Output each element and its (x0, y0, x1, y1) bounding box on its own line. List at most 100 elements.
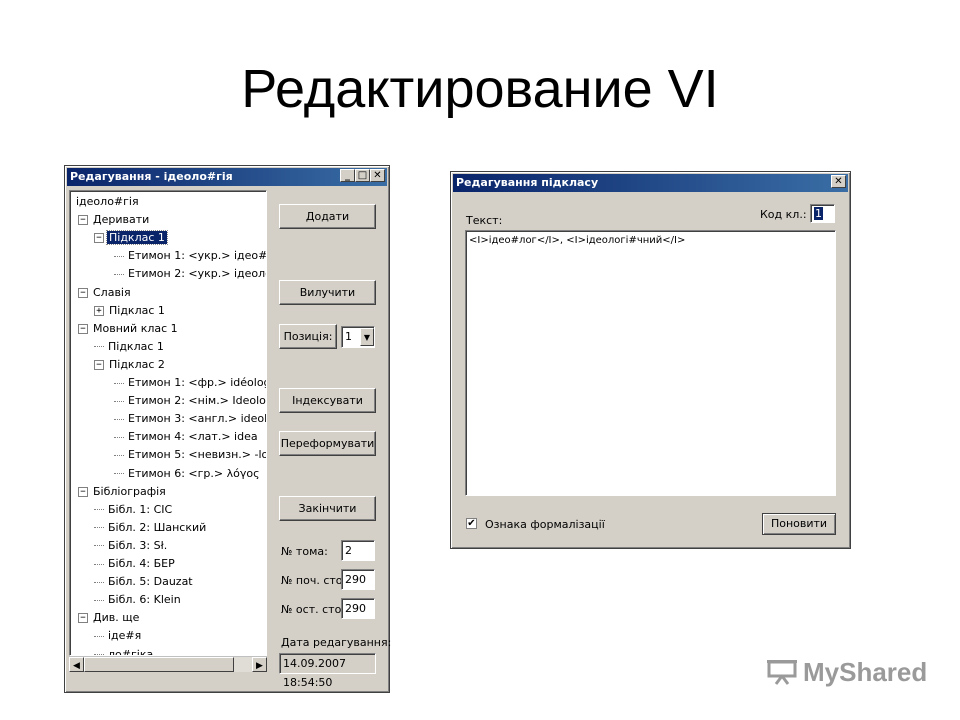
slide-title: Редактирование VI (241, 59, 719, 119)
tree-connector (94, 509, 104, 511)
subclass-dialog-titlebar[interactable]: Редагування підкласу (453, 174, 848, 192)
tree-node-label: Див. ще (93, 611, 140, 625)
text-label: Текст: (466, 214, 503, 227)
entry-tree[interactable]: ідеоло#гія − Деривати − Підклас 1 Етимон 1: <… (69, 190, 267, 656)
finish-button[interactable]: Закінчити (279, 496, 376, 521)
tree-node[interactable]: + Підклас 1 (94, 302, 167, 320)
add-button[interactable]: Додати (279, 204, 376, 229)
tree-node-label: Етимон 1: <укр.> ідео#лог (128, 249, 267, 263)
subclass-text-area[interactable]: <I>ідео#лог</I>, <I>ідеологі#чний</I> (465, 230, 836, 496)
collapse-icon[interactable]: − (78, 287, 88, 298)
tree-node[interactable]: Бібл. 1: СІС (94, 501, 174, 519)
tree-node[interactable]: Бібл. 5: Dauzat (94, 573, 195, 591)
tree-connector (114, 255, 124, 257)
tree-node-label: Бібл. 4: БЕР (108, 557, 175, 570)
tree-horizontal-scrollbar[interactable]: ◀ ▶ (69, 656, 267, 672)
collapse-icon[interactable]: − (78, 486, 88, 497)
edit-window: Редагування - ідеоло#гія _ □ ✕ ідеоло#гі… (64, 165, 392, 693)
edit-window-titlebar[interactable]: Редагування - ідеоло#гія (67, 168, 387, 186)
dialog-close-button[interactable]: ✕ (831, 175, 846, 188)
tree-node-label: Мовний клас 1 (93, 321, 178, 335)
tree-node[interactable]: Бібл. 6: Klein (94, 591, 183, 609)
tree-node[interactable]: Етимон 1: <фр.> idéologie (114, 374, 267, 392)
tree-node[interactable]: − Підклас 1 (94, 229, 168, 247)
minimize-button[interactable]: _ (340, 169, 355, 182)
tree-node[interactable]: − Бібліографія (78, 483, 168, 501)
close-button[interactable]: ✕ (370, 169, 385, 182)
tree-node[interactable]: Етимон 1: <укр.> ідео#лог (114, 247, 267, 265)
tree-connector (94, 581, 104, 583)
tree-node[interactable]: − Славія (78, 284, 133, 302)
collapse-icon[interactable]: − (78, 215, 88, 226)
tree-node-label: Етимон 1: <фр.> idéologie (128, 376, 267, 389)
tree-connector (114, 400, 124, 402)
tree-connector (114, 382, 124, 384)
position-select-value: 1 (345, 330, 352, 343)
tree-node[interactable]: Бібл. 2: Шанский (94, 519, 208, 537)
tree-node[interactable]: Етимон 4: <лат.> idea (114, 428, 260, 446)
tree-connector (114, 473, 124, 474)
tree-connector (114, 273, 124, 275)
end-page-field[interactable]: 290 (341, 598, 375, 619)
delete-button[interactable]: Вилучити (279, 280, 376, 305)
tree-connector (114, 418, 124, 420)
tree-node[interactable]: ло#гіка (94, 646, 155, 656)
tree-node[interactable]: Етимон 3: <англ.> ideology (114, 410, 267, 428)
scroll-thumb[interactable] (84, 657, 234, 672)
tree-node-label: Етимон 3: <англ.> ideology (128, 412, 267, 426)
tree-node[interactable]: Підклас 1 (94, 338, 166, 356)
tree-connector (94, 545, 104, 547)
tree-node[interactable]: Етимон 2: <нім.> Ideologie (114, 392, 266, 410)
tree-connector (94, 527, 104, 529)
tree-connector (94, 563, 104, 565)
tree-node-label: ідеоло#гія (76, 195, 139, 208)
tree-node[interactable]: − Мовний клас 1 (78, 320, 180, 338)
edit-date-label: Дата редагування: (281, 636, 392, 649)
scroll-left-button[interactable]: ◀ (69, 657, 84, 672)
class-code-label: Код кл.: (760, 208, 807, 221)
start-page-field[interactable]: 290 (341, 569, 375, 590)
watermark-text: MyShared (803, 657, 928, 687)
tree-connector (114, 454, 124, 456)
tree-node-label: іде#я (108, 629, 142, 643)
volume-label: № тома: (281, 545, 328, 558)
tree-node-label: Бібл. 5: Dauzat (108, 575, 193, 589)
tree-node[interactable]: − Деривати (78, 211, 151, 229)
class-code-value: 1 (814, 207, 823, 220)
scroll-right-button[interactable]: ▶ (252, 657, 267, 672)
collapse-icon[interactable]: − (94, 359, 104, 370)
collapse-icon[interactable]: − (78, 323, 88, 334)
tree-node[interactable]: ідеоло#гія (74, 193, 141, 211)
tree-node[interactable]: Етимон 2: <укр.> ідеологі#чний (114, 265, 266, 283)
tree-node-label: Етимон 5: <невизн.> -logie (128, 448, 267, 462)
formalization-checkbox[interactable]: ✔ (466, 518, 477, 529)
tree-node-label: Підклас 1 (108, 339, 164, 353)
formalization-label: Ознака формалізації (485, 518, 605, 531)
tree-node[interactable]: Етимон 5: <невизн.> -logie (114, 446, 267, 464)
tree-node[interactable]: іде#я (94, 627, 143, 645)
tree-node-label: Підклас 1 (106, 230, 168, 246)
index-button[interactable]: Індексувати (279, 388, 376, 413)
chevron-down-icon[interactable]: ▼ (360, 328, 374, 346)
volume-field[interactable]: 2 (341, 540, 375, 561)
tree-node-label: Етимон 6: <гр.> λόγος (128, 466, 260, 480)
tree-node[interactable]: − Див. ще (78, 609, 141, 627)
tree-connector (114, 436, 124, 438)
maximize-button[interactable]: □ (355, 169, 370, 182)
class-code-field[interactable]: 1 (810, 204, 835, 223)
reformat-button[interactable]: Переформувати (279, 431, 376, 456)
tree-node[interactable]: − Підклас 2 (94, 356, 167, 374)
tree-node[interactable]: Бібл. 3: Sł. (94, 537, 169, 555)
tree-node-label: Етимон 4: <лат.> idea (128, 430, 258, 444)
update-button[interactable]: Поновити (762, 513, 836, 535)
collapse-icon[interactable]: − (78, 613, 88, 624)
position-select[interactable]: 1 ▼ (341, 326, 375, 348)
tree-node-label: Етимон 2: <укр.> ідеологі#чний (128, 267, 266, 281)
tree-node[interactable]: Етимон 6: <гр.> λόγος (114, 465, 262, 483)
tree-node[interactable]: Бібл. 4: БЕР (94, 555, 177, 573)
expand-icon[interactable]: + (94, 305, 104, 316)
tree-node-label: ло#гіка (108, 647, 154, 656)
collapse-icon[interactable]: − (94, 233, 104, 244)
position-button[interactable]: Позиція: (279, 324, 337, 349)
tree-node-label: Славія (93, 285, 131, 299)
